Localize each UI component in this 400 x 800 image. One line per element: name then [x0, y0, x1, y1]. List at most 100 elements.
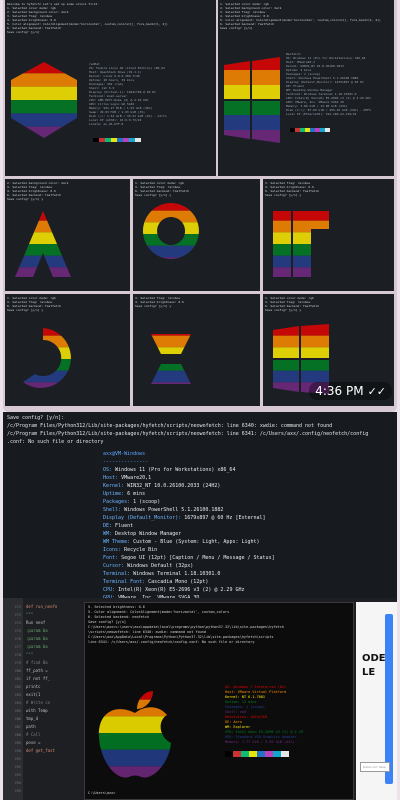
line-number: 285 [14, 709, 21, 713]
cmd-window: 5. Selected brightness: 0.6 5. Color alig… [84, 602, 354, 800]
line-number: 283 [14, 693, 21, 697]
info-row: Font: Segoe UI (12pt) [Caption / Menu / … [103, 555, 275, 561]
palette-swatch [233, 751, 241, 757]
info-row: Icons: Recycle Bin [103, 547, 158, 553]
terminal-line: Save config? [y/n] y [135, 304, 172, 308]
rainbow-apple-logo [95, 683, 175, 783]
code-line: # find Ba [26, 660, 48, 665]
code-line: :param ba [26, 644, 48, 649]
terminal-line: Save config? [y/n] y [7, 308, 44, 312]
rainbow-distro-logo [15, 211, 71, 277]
line-number: 293 [14, 773, 21, 777]
line-number: 277 [14, 645, 21, 649]
info-row: Kernel: WIN32_NT 10.0.26100.2033 (24H2) [103, 483, 221, 489]
cmd-prompt[interactable]: C:\Users\axx> [88, 791, 115, 796]
palette-swatch [249, 751, 257, 757]
line-number-gutter: 272 273 274 275 276 277 278 279 280 281 282 283 284 2… [3, 598, 23, 800]
rainbow-distro-logo [151, 334, 191, 384]
line-number: 291 [14, 757, 21, 761]
palette-swatch [265, 751, 273, 757]
line-number: 294 [14, 781, 21, 785]
line-number: 281 [14, 677, 21, 681]
code-line: pose = [26, 740, 41, 745]
code-line: # Call [26, 732, 41, 737]
terminal-line: Save config? [y/n] y [135, 193, 172, 197]
thumb-zorin: 3. Selected flag: rainbow 4. Selected bri… [133, 294, 260, 406]
info-row: Display (Default_Monitor): 1679x897 @ 60… [103, 515, 266, 521]
panel-input[interactable]: Defer-old' base [360, 762, 390, 772]
system-info: redHat OS: Fedora Linux 40 (Cloud Edition… [89, 62, 214, 126]
read-receipt-icon: ✓✓ [367, 384, 386, 398]
code-line: :param ba [26, 628, 48, 633]
code-line: """ [26, 612, 34, 617]
terminal-line: Save config? [y/n] y [265, 308, 302, 312]
line-number: 289 [14, 741, 21, 745]
terminal-line: Save config? [y/n] y [265, 193, 302, 197]
thumb-opensuse: 1. Selected color mode: rgb 3. Selected f… [133, 179, 260, 291]
powershell-output: Save config? [y/n]: /c/Program Files/Pyt… [3, 412, 397, 598]
code-line: path [26, 724, 36, 729]
setup-output: Welcome to hyfetch! Let's set up some co… [5, 0, 216, 36]
code-line: ff_path = [26, 668, 48, 673]
code-line: if not ff_ [26, 676, 51, 681]
message-meta: 4:36 PM ✓✓ [309, 382, 392, 400]
code-area: def run_neofe """ Run neof :param ba :pa… [23, 598, 83, 800]
message-timestamp: 4:36 PM [315, 384, 364, 398]
code-line: with Temp [26, 708, 48, 713]
code-line: exit(1 [26, 692, 41, 697]
line-number: 273 [14, 613, 21, 617]
info-row: Terminal Font: Cascadia Mono (12pt) [103, 579, 209, 585]
error-line: /c/Program Files/Python312/Lib/site-pack… [7, 431, 369, 437]
info-row: Uptime: 6 mins [103, 491, 146, 497]
code-line: tmp_d [26, 716, 39, 721]
info-row: Packages: 1 (scoop) [103, 499, 161, 505]
rainbow-windows-logo [222, 55, 282, 145]
line-number: 275 [14, 629, 21, 633]
rainbow-distro-logo [142, 203, 199, 259]
line-number: 288 [14, 733, 21, 737]
rainbow-distro-logo [273, 211, 329, 277]
code-line: def get_fast [26, 748, 55, 753]
palette-swatch [273, 751, 281, 757]
terminal-line: Save config? [y/n] y [7, 197, 44, 201]
line-number: 276 [14, 637, 21, 641]
thumb-debian: 1. Selected color mode: rgb 3. Selected f… [5, 294, 130, 406]
info-row: Shell: Windows PowerShell 5.1.26100.1882 [103, 507, 224, 513]
line-number: 279 [14, 661, 21, 665]
user-host: axx@VM-Windows [103, 451, 146, 457]
code-line: Run neof [26, 620, 46, 625]
palette-swatch [257, 751, 265, 757]
line-number: 282 [14, 685, 21, 689]
code-line: # Write co [26, 700, 51, 705]
code-line: def run_neofe [26, 604, 58, 609]
palette-swatch [225, 751, 233, 757]
line-number: 290 [14, 749, 21, 753]
line-number: 280 [14, 669, 21, 673]
info-row: Host: VMware20,1 [103, 475, 152, 481]
code-line: :param ba [26, 636, 48, 641]
line-number: 292 [14, 765, 21, 769]
line-number: 272 [14, 605, 21, 609]
error-lines: Save config? [y/n]: /c/Program Files/Pyt… [7, 414, 393, 446]
rainbow-logo [9, 60, 79, 140]
palette-swatch [281, 751, 289, 757]
info-row: WM Theme: Custom - Blue (System: Light, … [103, 539, 260, 545]
palette-swatch [325, 128, 330, 132]
info-row: Cursor: Windows Default (32px) [103, 563, 194, 569]
system-info: Neofetch OS: Windows 11 (Pro for Workstat… [286, 52, 392, 116]
info-row: OS: Windows 11 (Pro for Workstations) x8… [103, 467, 236, 473]
info-row: CPU: Intel(R) Xeon(R) E5-2696 v3 (2) @ 2… [103, 587, 245, 593]
line-number: 274 [14, 621, 21, 625]
rainbow-distro-logo [23, 328, 71, 388]
windows-terminal-screenshot: 1. Selected color mode: rgb 2. Selected b… [218, 0, 394, 176]
info-line: Local IP (Ethernet0): 192.168.22.128/24 [286, 112, 357, 116]
line-number: 286 [14, 717, 21, 721]
divider: --------------- [103, 459, 149, 465]
fedora-terminal-screenshot: Welcome to hyfetch! Let's set up some co… [5, 0, 216, 176]
palette-swatch [135, 138, 141, 143]
error-line: .conf: No such file or directory [7, 439, 104, 445]
info-row: Terminal: Windows Terminal 1.18.10301.0 [103, 571, 221, 577]
panel-scroll-bar[interactable] [385, 614, 393, 784]
cmd-output: 5. Selected brightness: 0.6 5. Color alig… [88, 605, 350, 645]
side-app-panel: ODES LE Defer-old' base [356, 602, 397, 800]
